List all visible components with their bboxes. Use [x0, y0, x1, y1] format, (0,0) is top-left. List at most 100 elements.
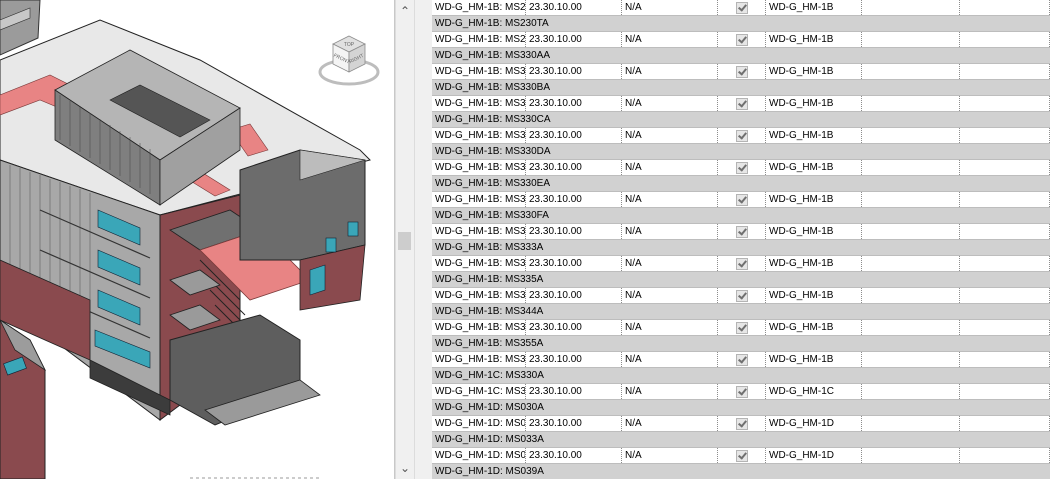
family-cell[interactable]: WD-G_HM-1D	[766, 416, 862, 431]
type-mark-cell[interactable]: WD-G_HM-1B: MS33	[432, 256, 526, 271]
type-mark-cell[interactable]: WD-G_HM-1B: MS23	[432, 32, 526, 47]
type-mark-cell[interactable]: WD-G_HM-1B: MS33	[432, 64, 526, 79]
value-cell[interactable]: N/A	[622, 192, 718, 207]
schedule-group-header-row[interactable]: WD-G_HM-1B: MS330DA	[432, 144, 1050, 160]
checkbox-checked-icon[interactable]	[736, 162, 748, 174]
empty-cell[interactable]	[960, 288, 1050, 303]
assembly-code-cell[interactable]: 23.30.10.00	[526, 192, 622, 207]
empty-cell[interactable]	[862, 160, 960, 175]
group-header-cell[interactable]: WD-G_HM-1B: MS330DA	[432, 144, 1050, 159]
value-cell[interactable]: N/A	[622, 256, 718, 271]
schedule-data-row[interactable]: WD-G_HM-1B: MS34 23.30.10.00 N/A WD-G_HM-1B	[432, 320, 1050, 336]
checkbox-cell[interactable]	[718, 192, 766, 207]
scroll-down-icon[interactable]: ⌄	[396, 459, 414, 477]
value-cell[interactable]: N/A	[622, 128, 718, 143]
family-cell[interactable]: WD-G_HM-1C	[766, 384, 862, 399]
schedule-group-header-row[interactable]: WD-G_HM-1B: MS333A	[432, 240, 1050, 256]
family-cell[interactable]: WD-G_HM-1B	[766, 320, 862, 335]
schedule-data-row[interactable]: WD-G_HM-1B: MS35 23.30.10.00 N/A WD-G_HM-1B	[432, 352, 1050, 368]
value-cell[interactable]: N/A	[622, 384, 718, 399]
value-cell[interactable]: N/A	[622, 448, 718, 463]
empty-cell[interactable]	[862, 224, 960, 239]
group-header-cell[interactable]: WD-G_HM-1B: MS344A	[432, 304, 1050, 319]
family-cell[interactable]: WD-G_HM-1B	[766, 0, 862, 15]
group-header-cell[interactable]: WD-G_HM-1B: MS230TA	[432, 16, 1050, 31]
empty-cell[interactable]	[862, 128, 960, 143]
group-header-cell[interactable]: WD-G_HM-1D: MS039A	[432, 464, 1050, 479]
checkbox-cell[interactable]	[718, 128, 766, 143]
family-cell[interactable]: WD-G_HM-1B	[766, 352, 862, 367]
empty-cell[interactable]	[862, 32, 960, 47]
viewcube-widget[interactable]: TOP FRONT RIGHT	[318, 28, 380, 90]
assembly-code-cell[interactable]: 23.30.10.00	[526, 448, 622, 463]
empty-cell[interactable]	[862, 192, 960, 207]
checkbox-checked-icon[interactable]	[736, 450, 748, 462]
assembly-code-cell[interactable]: 23.30.10.00	[526, 32, 622, 47]
checkbox-checked-icon[interactable]	[736, 66, 748, 78]
value-cell[interactable]: N/A	[622, 352, 718, 367]
family-cell[interactable]: WD-G_HM-1B	[766, 288, 862, 303]
type-mark-cell[interactable]: WD-G_HM-1B: MS33	[432, 128, 526, 143]
empty-cell[interactable]	[862, 0, 960, 15]
family-cell[interactable]: WD-G_HM-1B	[766, 96, 862, 111]
type-mark-cell[interactable]: WD-G_HM-1D: MS03	[432, 416, 526, 431]
group-header-cell[interactable]: WD-G_HM-1C: MS330A	[432, 368, 1050, 383]
type-mark-cell[interactable]: WD-G_HM-1B: MS33	[432, 160, 526, 175]
value-cell[interactable]: N/A	[622, 0, 718, 15]
schedule-group-header-row[interactable]: WD-G_HM-1B: MS335A	[432, 272, 1050, 288]
schedule-data-row[interactable]: WD-G_HM-1B: MS33 23.30.10.00 N/A WD-G_HM-1B	[432, 96, 1050, 112]
empty-cell[interactable]	[960, 192, 1050, 207]
value-cell[interactable]: N/A	[622, 64, 718, 79]
type-mark-cell[interactable]: WD-G_HM-1B: MS33	[432, 288, 526, 303]
family-cell[interactable]: WD-G_HM-1B	[766, 32, 862, 47]
group-header-cell[interactable]: WD-G_HM-1B: MS330CA	[432, 112, 1050, 127]
schedule-group-header-row[interactable]: WD-G_HM-1C: MS330A	[432, 368, 1050, 384]
schedule-data-row[interactable]: WD-G_HM-1C: MS33 23.30.10.00 N/A WD-G_HM-1C	[432, 384, 1050, 400]
value-cell[interactable]: N/A	[622, 320, 718, 335]
value-cell[interactable]: N/A	[622, 96, 718, 111]
empty-cell[interactable]	[960, 352, 1050, 367]
assembly-code-cell[interactable]: 23.30.10.00	[526, 288, 622, 303]
schedule-group-header-row[interactable]: WD-G_HM-1B: MS330AA	[432, 48, 1050, 64]
empty-cell[interactable]	[960, 224, 1050, 239]
schedule-data-row[interactable]: WD-G_HM-1B: MS33 23.30.10.00 N/A WD-G_HM-1B	[432, 288, 1050, 304]
assembly-code-cell[interactable]: 23.30.10.00	[526, 352, 622, 367]
type-mark-cell[interactable]: WD-G_HM-1B: MS23	[432, 0, 526, 15]
empty-cell[interactable]	[960, 0, 1050, 15]
scroll-thumb[interactable]	[398, 232, 411, 250]
group-header-cell[interactable]: WD-G_HM-1B: MS333A	[432, 240, 1050, 255]
type-mark-cell[interactable]: WD-G_HM-1B: MS33	[432, 96, 526, 111]
checkbox-checked-icon[interactable]	[736, 226, 748, 238]
value-cell[interactable]: N/A	[622, 32, 718, 47]
checkbox-checked-icon[interactable]	[736, 386, 748, 398]
empty-cell[interactable]	[862, 416, 960, 431]
group-header-cell[interactable]: WD-G_HM-1B: MS330AA	[432, 48, 1050, 63]
assembly-code-cell[interactable]: 23.30.10.00	[526, 0, 622, 15]
assembly-code-cell[interactable]: 23.30.10.00	[526, 128, 622, 143]
empty-cell[interactable]	[960, 64, 1050, 79]
schedule-group-header-row[interactable]: WD-G_HM-1B: MS330FA	[432, 208, 1050, 224]
checkbox-cell[interactable]	[718, 384, 766, 399]
empty-cell[interactable]	[960, 384, 1050, 399]
checkbox-cell[interactable]	[718, 448, 766, 463]
type-mark-cell[interactable]: WD-G_HM-1B: MS35	[432, 352, 526, 367]
empty-cell[interactable]	[862, 320, 960, 335]
schedule-group-header-row[interactable]: WD-G_HM-1B: MS344A	[432, 304, 1050, 320]
schedule-data-row[interactable]: WD-G_HM-1D: MS03 23.30.10.00 N/A WD-G_HM-1D	[432, 416, 1050, 432]
schedule-group-header-row[interactable]: WD-G_HM-1B: MS330EA	[432, 176, 1050, 192]
schedule-group-header-row[interactable]: WD-G_HM-1D: MS039A	[432, 464, 1050, 479]
empty-cell[interactable]	[862, 352, 960, 367]
schedule-data-row[interactable]: WD-G_HM-1B: MS33 23.30.10.00 N/A WD-G_HM-1B	[432, 160, 1050, 176]
group-header-cell[interactable]: WD-G_HM-1B: MS355A	[432, 336, 1050, 351]
group-header-cell[interactable]: WD-G_HM-1D: MS033A	[432, 432, 1050, 447]
checkbox-cell[interactable]	[718, 224, 766, 239]
type-mark-cell[interactable]: WD-G_HM-1C: MS33	[432, 384, 526, 399]
schedule-data-row[interactable]: WD-G_HM-1B: MS33 23.30.10.00 N/A WD-G_HM-1B	[432, 224, 1050, 240]
type-mark-cell[interactable]: WD-G_HM-1B: MS33	[432, 192, 526, 207]
view-vertical-scrollbar[interactable]: ⌃ ⌄	[395, 0, 414, 479]
family-cell[interactable]: WD-G_HM-1D	[766, 448, 862, 463]
checkbox-cell[interactable]	[718, 416, 766, 431]
value-cell[interactable]: N/A	[622, 160, 718, 175]
assembly-code-cell[interactable]: 23.30.10.00	[526, 384, 622, 399]
schedule-group-header-row[interactable]: WD-G_HM-1B: MS230TA	[432, 16, 1050, 32]
